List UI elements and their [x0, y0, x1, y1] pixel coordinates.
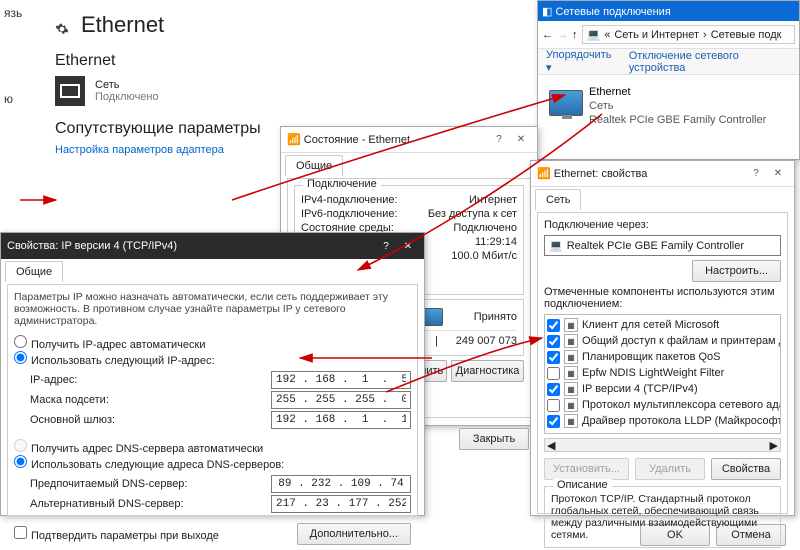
install-button[interactable]: Установить... — [544, 458, 629, 480]
configure-button[interactable]: Настроить... — [692, 260, 781, 282]
adapter-icon — [549, 86, 583, 120]
component-checkbox[interactable] — [547, 335, 560, 348]
component-icon: ▦ — [564, 318, 578, 332]
component-label: Общий доступ к файлам и принтерам для се… — [582, 335, 781, 347]
gateway-input[interactable] — [271, 411, 411, 429]
description-heading: Описание — [553, 479, 612, 491]
side-item[interactable]: ю — [0, 86, 50, 112]
scrollbar-horizontal[interactable]: ◀▶ — [544, 438, 781, 452]
component-icon: ▦ — [564, 414, 578, 428]
nav-back-icon[interactable]: ← — [542, 29, 553, 41]
component-checkbox[interactable] — [547, 383, 560, 396]
component-checkbox[interactable] — [547, 399, 560, 412]
monitor-icon — [55, 76, 85, 106]
connect-using-label: Подключение через: — [544, 219, 781, 231]
close-icon[interactable]: ✕ — [398, 238, 418, 254]
description-text: Параметры IP можно назначать автоматичес… — [14, 291, 411, 327]
dns-auto-radio — [14, 439, 27, 452]
device-status: Подключено — [95, 91, 159, 103]
gear-icon — [55, 22, 69, 36]
component-label: Драйвер протокола LLDP (Майкрософт) — [582, 415, 781, 427]
ip-address-input[interactable] — [271, 371, 411, 389]
component-checkbox[interactable] — [547, 367, 560, 380]
page-title: Ethernet — [81, 12, 164, 38]
titlebar: ◧ Сетевые подключения — [538, 1, 799, 21]
network-device[interactable]: Сеть Подключено — [55, 76, 525, 106]
ip-auto-radio[interactable] — [14, 335, 27, 348]
adapter-item[interactable]: Ethernet Сеть Realtek PCIe GBE Family Co… — [544, 81, 793, 132]
component-label: Epfw NDIS LightWeight Filter — [582, 367, 724, 379]
ipv4-properties-window: Свойства: IP версии 4 (TCP/IPv4) ?✕ Общи… — [0, 232, 425, 516]
disable-device-button[interactable]: Отключение сетевого устройства — [629, 50, 791, 74]
ethernet-properties-window: 📶 Ethernet: свойства ?✕ Сеть Подключение… — [530, 160, 795, 516]
close-button[interactable]: Закрыть — [459, 428, 529, 450]
tab-general[interactable]: Общие — [285, 155, 343, 176]
component-item[interactable]: ▦ Клиент для сетей Microsoft — [547, 317, 781, 333]
component-checkbox[interactable] — [547, 415, 560, 428]
component-label: Протокол мультиплексора сетевого адаптер… — [582, 399, 781, 411]
component-item[interactable]: ▦ Планировщик пакетов QoS — [547, 349, 781, 365]
advanced-button[interactable]: Дополнительно... — [297, 523, 411, 545]
device-name: Сеть — [95, 79, 159, 91]
explorer-title: ◧ Сетевые подключения — [542, 5, 671, 18]
titlebar: 📶 Ethernet: свойства ?✕ — [531, 161, 794, 187]
network-connections-window: ◧ Сетевые подключения ← → ↑ 💻 « Сеть и И… — [537, 0, 800, 160]
props-button[interactable]: Свойства — [711, 458, 781, 480]
group-connection: Подключение — [303, 178, 381, 190]
adapter-device: Realtek PCIe GBE Family Controller — [589, 114, 766, 128]
toolbar: Упорядочить ▾ Отключение сетевого устрой… — [538, 49, 799, 75]
titlebar: Свойства: IP версии 4 (TCP/IPv4) ?✕ — [1, 233, 424, 259]
component-item[interactable]: ▦ Epfw NDIS LightWeight Filter — [547, 365, 781, 381]
component-label: Клиент для сетей Microsoft — [582, 319, 719, 331]
component-label: Планировщик пакетов QoS — [582, 351, 721, 363]
help-icon[interactable]: ? — [376, 238, 396, 254]
description-text: Протокол TCP/IP. Стандартный протокол гл… — [551, 493, 774, 541]
diagnostics-button[interactable]: Диагностика — [451, 360, 524, 382]
component-icon: ▦ — [564, 334, 578, 348]
nav-up-icon[interactable]: ↑ — [572, 29, 578, 41]
tab-general[interactable]: Общие — [5, 261, 63, 282]
component-item[interactable]: ▦ Общий доступ к файлам и принтерам для с… — [547, 333, 781, 349]
organize-menu[interactable]: Упорядочить ▾ — [546, 49, 617, 74]
side-item[interactable]: язь — [0, 0, 50, 26]
close-icon[interactable]: ✕ — [768, 166, 788, 182]
close-icon[interactable]: ✕ — [511, 132, 531, 148]
dns1-input[interactable] — [271, 475, 411, 493]
components-list[interactable]: ▦ Клиент для сетей Microsoft ▦ Общий доступ… — [544, 314, 781, 434]
dns2-input[interactable] — [271, 495, 411, 513]
component-checkbox[interactable] — [547, 319, 560, 332]
adapter-name: Ethernet — [589, 86, 766, 100]
help-icon[interactable]: ? — [746, 166, 766, 182]
subnet-mask-input[interactable] — [271, 391, 411, 409]
adapter-field: 💻 Realtek PCIe GBE Family Controller — [544, 235, 781, 256]
nic-icon: 💻 — [549, 239, 563, 252]
tab-network[interactable]: Сеть — [535, 189, 581, 210]
remove-button: Удалить — [635, 458, 705, 480]
component-icon: ▦ — [564, 366, 578, 380]
component-icon: ▦ — [564, 382, 578, 396]
component-icon: ▦ — [564, 398, 578, 412]
component-checkbox[interactable] — [547, 351, 560, 364]
ip-manual-radio[interactable] — [14, 351, 27, 364]
component-icon: ▦ — [564, 350, 578, 364]
validate-checkbox[interactable] — [14, 526, 27, 539]
nav-fwd-icon[interactable]: → — [557, 29, 568, 41]
component-item[interactable]: ▦ IP версии 4 (TCP/IPv4) — [547, 381, 781, 397]
help-icon[interactable]: ? — [489, 132, 509, 148]
titlebar: 📶 Состояние - Ethernet ? ✕ — [281, 127, 537, 153]
components-label: Отмеченные компоненты используются этим … — [544, 286, 781, 310]
adapter-network: Сеть — [589, 100, 766, 114]
dns-manual-radio[interactable] — [14, 455, 27, 468]
nic-icon: 💻 — [587, 28, 601, 41]
component-item[interactable]: ▦ Драйвер протокола LLDP (Майкрософт) — [547, 413, 781, 429]
component-item[interactable]: ▦ Протокол мультиплексора сетевого адапте… — [547, 397, 781, 413]
section-heading: Ethernet — [55, 52, 525, 70]
component-label: IP версии 4 (TCP/IPv4) — [582, 383, 698, 395]
breadcrumb[interactable]: ← → ↑ 💻 « Сеть и Интернет › Сетевые подк — [538, 21, 799, 49]
